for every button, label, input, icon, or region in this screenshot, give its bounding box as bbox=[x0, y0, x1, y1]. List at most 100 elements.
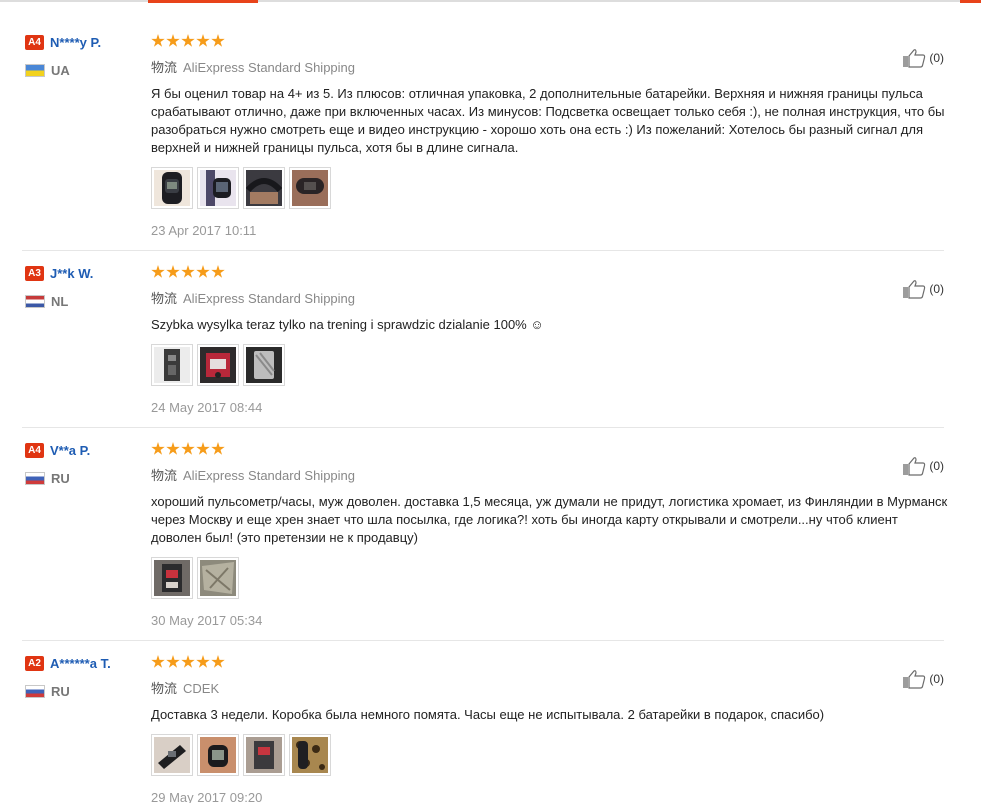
star-icon bbox=[151, 265, 165, 278]
buyer-level-badge: A4 bbox=[25, 35, 44, 51]
thumbs-up-icon bbox=[902, 280, 926, 299]
reviewer-name[interactable]: V**a P. bbox=[50, 443, 90, 458]
review-photo-thumbnail[interactable] bbox=[197, 344, 239, 386]
country-code: RU bbox=[51, 471, 70, 487]
star-icon bbox=[211, 265, 225, 278]
star-icon bbox=[151, 655, 165, 668]
buyer-level-badge: A2 bbox=[25, 656, 44, 672]
star-rating bbox=[151, 655, 946, 671]
star-rating bbox=[151, 34, 946, 50]
review-photos bbox=[151, 167, 946, 209]
helpful-count: (0) bbox=[929, 459, 944, 473]
review-date: 24 May 2017 08:44 bbox=[151, 400, 263, 415]
shipping-method: 物流 CDEK bbox=[151, 678, 946, 697]
review-item: A2 A******a T. RU 物流 CDEK Доставка 3 недел… bbox=[22, 655, 944, 803]
star-icon bbox=[166, 442, 180, 455]
helpful-button[interactable]: (0) bbox=[902, 279, 944, 299]
star-icon bbox=[181, 442, 195, 455]
star-rating bbox=[151, 265, 946, 281]
review-item: A3 J**k W. NL 物流 AliExpress Standard Shipp… bbox=[22, 265, 944, 428]
star-icon bbox=[196, 265, 210, 278]
reviewer-info: A4 N****y P. UA bbox=[25, 34, 145, 79]
star-icon bbox=[151, 34, 165, 47]
review-photo-thumbnail[interactable] bbox=[151, 344, 193, 386]
thumbs-up-icon bbox=[902, 457, 926, 476]
helpful-count: (0) bbox=[929, 282, 944, 296]
review-text: Доставка 3 недели. Коробка была немного … bbox=[151, 707, 825, 722]
helpful-count: (0) bbox=[929, 672, 944, 686]
helpful-button[interactable]: (0) bbox=[902, 456, 944, 476]
active-tab-indicator bbox=[148, 0, 258, 3]
star-icon bbox=[151, 442, 165, 455]
shipping-value: AliExpress Standard Shipping bbox=[183, 468, 356, 483]
tab-bar-divider bbox=[0, 0, 975, 2]
country-flag-icon bbox=[25, 295, 45, 309]
shipping-method: 物流 AliExpress Standard Shipping bbox=[151, 57, 946, 76]
buyer-level-badge: A4 bbox=[25, 443, 44, 459]
review-photos bbox=[151, 557, 946, 599]
tab-edge-accent bbox=[960, 0, 981, 3]
star-icon bbox=[181, 34, 195, 47]
review-content: 物流 AliExpress Standard Shipping хороший п… bbox=[151, 442, 947, 628]
review-content: 物流 AliExpress Standard Shipping Я бы оцен… bbox=[151, 34, 946, 238]
review-content: 物流 AliExpress Standard Shipping Szybka wy… bbox=[151, 265, 946, 415]
feedback-page: A4 N****y P. UA 物流 AliExpress Standard Shi… bbox=[0, 0, 981, 803]
star-icon bbox=[181, 655, 195, 668]
review-photo-thumbnail[interactable] bbox=[151, 734, 193, 776]
review-photo-thumbnail[interactable] bbox=[289, 167, 331, 209]
shipping-method: 物流 AliExpress Standard Shipping bbox=[151, 465, 946, 484]
review-photo-thumbnail[interactable] bbox=[151, 167, 193, 209]
review-photo-thumbnail[interactable] bbox=[243, 734, 285, 776]
review-date: 23 Apr 2017 10:11 bbox=[151, 223, 257, 238]
star-rating bbox=[151, 442, 946, 458]
review-photo-thumbnail[interactable] bbox=[151, 557, 193, 599]
shipping-method: 物流 AliExpress Standard Shipping bbox=[151, 288, 946, 307]
star-icon bbox=[166, 655, 180, 668]
buyer-level-badge: A3 bbox=[25, 266, 44, 282]
reviewer-name[interactable]: N****y P. bbox=[50, 35, 101, 50]
country-flag-icon bbox=[25, 685, 45, 699]
review-text: Я бы оценил товар на 4+ из 5. Из плюсов:… bbox=[151, 86, 945, 155]
star-icon bbox=[196, 442, 210, 455]
review-photo-thumbnail[interactable] bbox=[243, 344, 285, 386]
review-date: 30 May 2017 05:34 bbox=[151, 613, 263, 628]
shipping-label: 物流 bbox=[151, 61, 178, 76]
country-flag-icon bbox=[25, 64, 45, 78]
helpful-count: (0) bbox=[929, 51, 944, 65]
star-icon bbox=[211, 34, 225, 47]
star-icon bbox=[196, 655, 210, 668]
country-flag-icon bbox=[25, 472, 45, 486]
shipping-label: 物流 bbox=[151, 682, 178, 697]
review-text: хороший пульсометр/часы, муж доволен. до… bbox=[151, 494, 948, 545]
star-icon bbox=[211, 442, 225, 455]
shipping-value: CDEK bbox=[183, 681, 220, 696]
thumbs-up-icon bbox=[902, 49, 926, 68]
shipping-label: 物流 bbox=[151, 469, 178, 484]
review-photo-thumbnail[interactable] bbox=[197, 167, 239, 209]
country-code: UA bbox=[51, 63, 70, 79]
review-photos bbox=[151, 344, 946, 386]
helpful-button[interactable]: (0) bbox=[902, 669, 944, 689]
star-icon bbox=[166, 34, 180, 47]
star-icon bbox=[181, 265, 195, 278]
review-photo-thumbnail[interactable] bbox=[243, 167, 285, 209]
shipping-value: AliExpress Standard Shipping bbox=[183, 60, 356, 75]
review-photo-thumbnail[interactable] bbox=[289, 734, 331, 776]
reviewer-name[interactable]: A******a T. bbox=[50, 656, 111, 671]
review-content: 物流 CDEK Доставка 3 недели. Коробка была н… bbox=[151, 655, 946, 803]
country-code: RU bbox=[51, 684, 70, 700]
review-photo-thumbnail[interactable] bbox=[197, 734, 239, 776]
reviewer-name[interactable]: J**k W. bbox=[50, 266, 93, 281]
review-photo-thumbnail[interactable] bbox=[197, 557, 239, 599]
helpful-button[interactable]: (0) bbox=[902, 48, 944, 68]
thumbs-up-icon bbox=[902, 670, 926, 689]
review-item: A4 V**a P. RU 物流 AliExpress Standard Shipp… bbox=[22, 442, 947, 641]
review-item: A4 N****y P. UA 物流 AliExpress Standard Shi… bbox=[22, 34, 946, 251]
review-text: Szybka wysylka teraz tylko na trening i … bbox=[151, 317, 544, 332]
country-code: NL bbox=[51, 294, 69, 310]
reviewer-info: A3 J**k W. NL bbox=[25, 265, 145, 310]
star-icon bbox=[196, 34, 210, 47]
review-photos bbox=[151, 734, 946, 776]
star-icon bbox=[166, 265, 180, 278]
shipping-value: AliExpress Standard Shipping bbox=[183, 291, 356, 306]
